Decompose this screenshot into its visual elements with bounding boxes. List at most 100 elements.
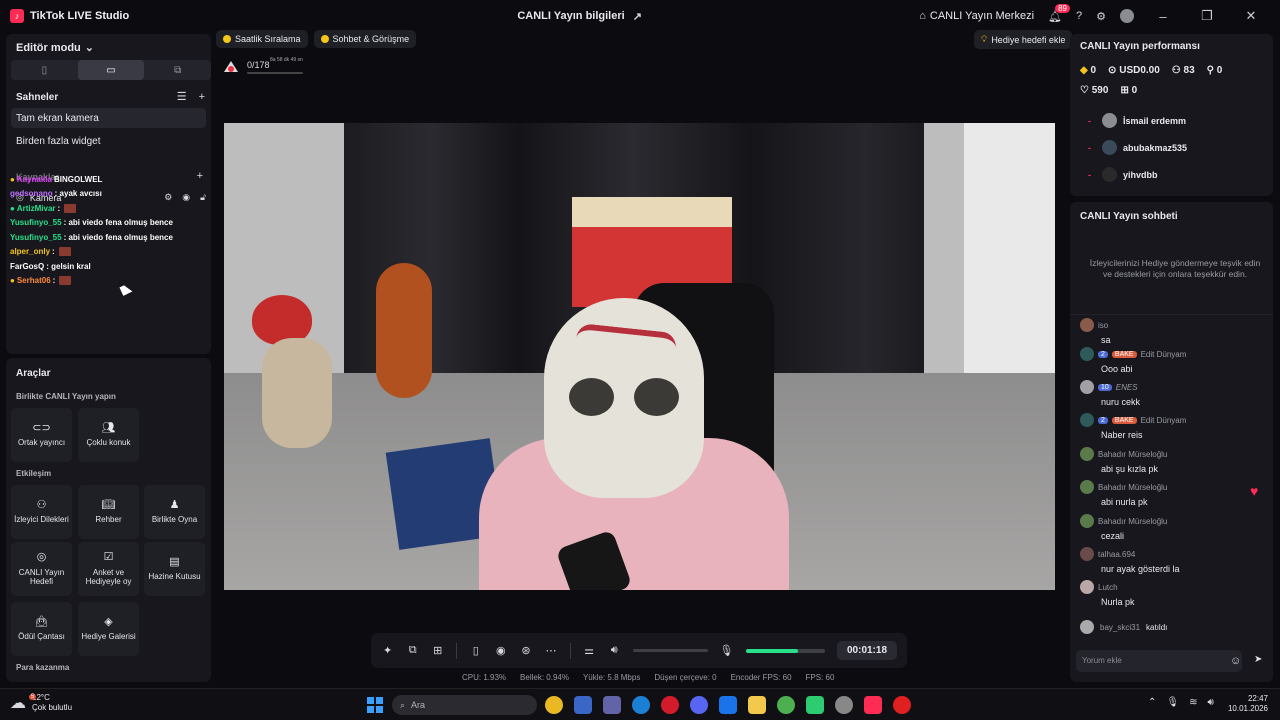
minimize-icon[interactable]: – <box>1148 9 1178 24</box>
microphone-tray-icon[interactable]: 🎙︎ <box>1166 697 1179 708</box>
add-gift-goal-button[interactable]: 💡︎ Hediye hedefi ekle <box>974 30 1073 49</box>
group-heading: Para kazanma <box>16 663 70 672</box>
hourly-ranking-chip[interactable]: Saatlik Sıralama <box>216 30 308 48</box>
orientation-switch: ▯ ▭ ⧉ <box>11 60 211 80</box>
performance-heading: CANLI Yayın performansı <box>1080 41 1200 52</box>
capture-icon[interactable]: ⊞ <box>431 644 444 657</box>
maximize-icon[interactable]: ❐ <box>1192 8 1222 24</box>
more-icon[interactable]: ⋯ <box>545 644 558 657</box>
weather-widget[interactable]: ☁ 5 12°C Çok bulutlu <box>10 693 72 713</box>
gift-progress-widget: 0/178 8a 58 dk 49 sn <box>218 56 308 78</box>
live-center-button[interactable]: ⌂ CANLI Yayın Merkezi <box>919 10 1034 22</box>
chat-overlay-widget: ● Kaynakla BINGOLWEL gedsonano: ayak avcıs… <box>10 172 210 288</box>
weather-text: Çok bulutlu <box>32 703 73 712</box>
top-viewer-row[interactable]: - yihvdbb <box>1088 167 1158 182</box>
chat-message[interactable]: iso sa <box>1080 318 1265 345</box>
tool-live-goal[interactable]: ◎ CANLI Yayın Hedefi <box>11 542 72 596</box>
send-icon[interactable]: ➤ <box>1254 654 1262 665</box>
settings-gear-icon[interactable]: ⚙ <box>1096 10 1106 23</box>
tool-viewer-wishes[interactable]: ⚇ İzleyici Dilekleri <box>11 485 72 539</box>
avatar[interactable] <box>1120 9 1134 23</box>
tiktok-studio-icon[interactable] <box>864 696 882 714</box>
chat-meet-chip[interactable]: Sohbet & Görüşme <box>313 30 417 48</box>
teams-icon[interactable] <box>603 696 621 714</box>
close-icon[interactable]: ✕ <box>1236 8 1266 24</box>
bell-icon[interactable]: 🔔︎ 89 <box>1048 3 1070 23</box>
help-icon[interactable]: ? <box>1076 10 1082 22</box>
screen-add-icon[interactable]: ⧉ <box>406 644 419 657</box>
folder-icon[interactable] <box>748 696 766 714</box>
emoji-icon[interactable]: ☺ <box>1230 655 1241 667</box>
youtube-icon[interactable] <box>893 696 911 714</box>
comment-input[interactable]: Yorum ekle <box>1076 650 1242 672</box>
tool-co-host[interactable]: ⊂⊃ Ortak yayıncı <box>11 408 72 462</box>
app-icon[interactable] <box>835 696 853 714</box>
avatar <box>1080 447 1094 461</box>
scene-item[interactable]: Birden fazla widget <box>11 131 206 151</box>
avatar <box>1102 140 1117 155</box>
share-icon: ↗ <box>632 10 642 23</box>
chat-message[interactable]: 10 ENES nuru cekk <box>1080 380 1265 407</box>
progress-count: 0/178 <box>247 60 270 70</box>
store-icon[interactable] <box>574 696 592 714</box>
live-info-button[interactable]: CANLI Yayın bilgileri ↗ <box>240 10 919 23</box>
tool-reward-bag[interactable]: 👜︎ Ödül Çantası <box>11 602 72 656</box>
tool-treasure-box[interactable]: ▤ Hazine Kutusu <box>144 542 205 596</box>
chat-message[interactable]: Lutch Nurla pk <box>1080 580 1265 607</box>
list-icon[interactable]: ☰ <box>177 90 187 103</box>
chat-message[interactable]: talhaa.694 nur ayak gösterdi la <box>1080 547 1265 574</box>
clock[interactable]: 22:47 10.01.2026 <box>1226 694 1268 715</box>
chevron-up-icon[interactable]: ⌃ <box>1148 697 1156 708</box>
gallery-icon: ◈ <box>104 616 113 629</box>
mail-icon[interactable] <box>719 696 737 714</box>
taskbar-search[interactable]: ⌕ Ara <box>392 695 537 715</box>
tool-multi-guest[interactable]: 👥︎ Çoklu konuk <box>78 408 139 462</box>
portrait-mode-icon[interactable]: ▯ <box>11 60 78 80</box>
camera-preview[interactable] <box>224 123 1055 590</box>
diamond-icon: ◆ <box>1080 65 1088 76</box>
landscape-mode-icon[interactable]: ▭ <box>77 60 145 80</box>
editor-mode-dropdown[interactable]: Editör modu ⌄ <box>16 41 94 55</box>
add-scene-icon[interactable]: + <box>199 90 205 103</box>
tool-guide[interactable]: 📖︎ Rehber <box>78 485 139 539</box>
chrome-icon[interactable] <box>545 696 563 714</box>
opera-icon[interactable] <box>661 696 679 714</box>
live-center-label: CANLI Yayın Merkezi <box>929 10 1035 22</box>
chat-message[interactable]: Bahadır Mürseloğlu cezali <box>1080 514 1265 541</box>
chrome-alt-icon[interactable] <box>777 696 795 714</box>
app-icon[interactable] <box>806 696 824 714</box>
discord-icon[interactable] <box>690 696 708 714</box>
microphone-icon[interactable]: 🎙︎ <box>720 644 734 657</box>
record-icon[interactable]: ◉ <box>494 644 507 657</box>
tool-poll[interactable]: ☑ Anket ve Hediyeyle oy <box>78 542 139 596</box>
top-viewer-row[interactable]: - abubakmaz535 <box>1088 140 1187 155</box>
mic-level-slider[interactable] <box>745 648 825 653</box>
dual-mode-icon[interactable]: ⧉ <box>144 60 211 80</box>
volume-slider[interactable] <box>632 649 708 652</box>
progress-time: 8a 58 dk 49 sn <box>270 57 303 63</box>
magic-wand-icon[interactable]: ✦ <box>381 644 394 657</box>
phone-icon[interactable]: ▯ <box>469 644 482 657</box>
volume-icon[interactable]: 🔊︎ <box>1207 697 1213 708</box>
group-heading: Etkileşim <box>16 469 52 478</box>
scene-item[interactable]: Tam ekran kamera <box>11 108 206 128</box>
tool-play-together[interactable]: ♟ Birlikte Oyna <box>144 485 205 539</box>
overlay-chat-line: ● Serhat06 : <box>10 274 210 289</box>
avatar <box>1080 580 1094 594</box>
chat-message[interactable]: 2 BAKE Edit Dünyam Naber reis <box>1080 413 1265 440</box>
replay-icon[interactable]: ⊛ <box>519 644 532 657</box>
follow-icon: ⚲ <box>1206 65 1214 76</box>
chevron-down-icon: ⌄ <box>84 42 94 54</box>
top-viewer-row[interactable]: - İsmail erdemm <box>1088 113 1186 128</box>
speaker-icon[interactable]: 🔊︎ <box>608 644 621 657</box>
chat-message[interactable]: Bahadır Mürseloğlu abi nurla pk <box>1080 480 1265 507</box>
chat-message[interactable]: 2 BAKE Edit Dünyam Ooo abi <box>1080 347 1265 374</box>
encoder-stat: Encoder FPS: 60 <box>730 673 792 682</box>
chat-message[interactable]: Bahadır Mürseloğlu abi şu kızla pk <box>1080 447 1265 474</box>
sliders-icon[interactable]: ⚌ <box>583 644 596 657</box>
wifi-icon[interactable]: ≋ <box>1189 697 1197 708</box>
tool-gift-gallery[interactable]: ◈ Hediye Galerisi <box>78 602 139 656</box>
overlay-chat-line: ● ArtizMivar : <box>10 201 210 216</box>
start-button[interactable] <box>367 697 383 713</box>
edge-icon[interactable] <box>632 696 650 714</box>
